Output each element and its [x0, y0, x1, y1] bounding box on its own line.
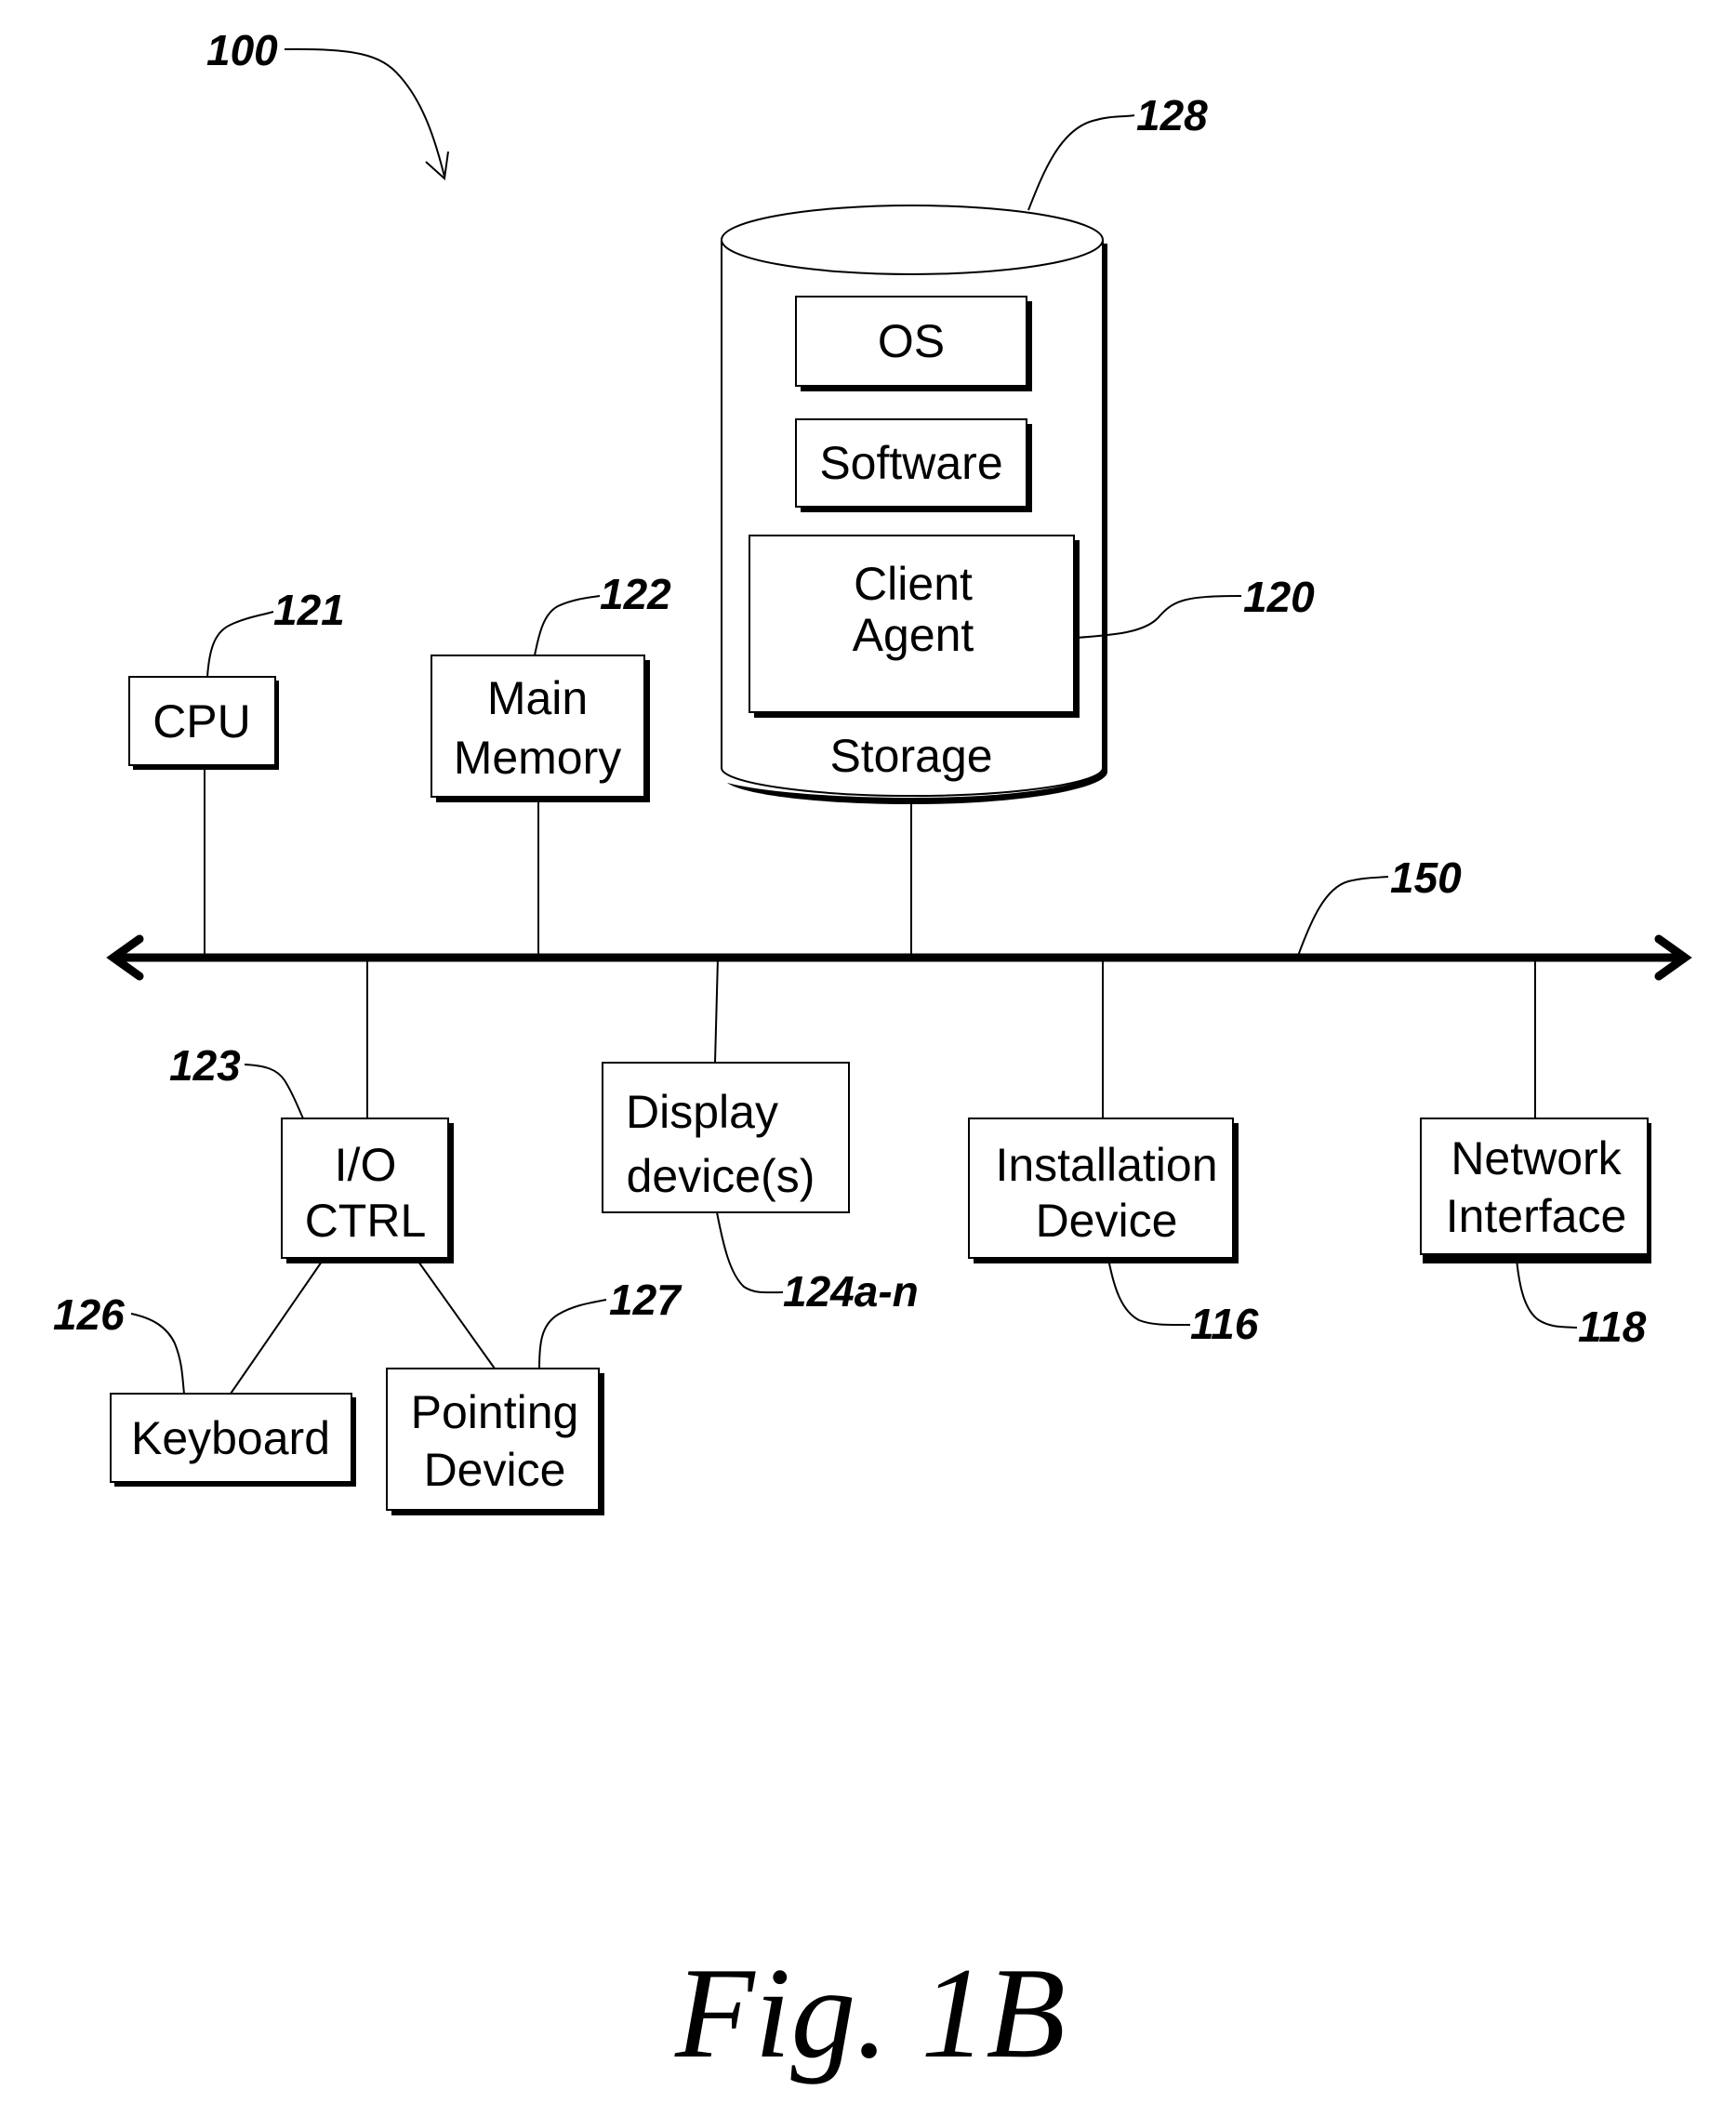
system-bus — [106, 934, 1692, 981]
cpu-reference: 121 — [273, 586, 345, 634]
main-memory-label-line2: Memory — [454, 732, 622, 784]
main-memory-reference-leader — [534, 595, 601, 656]
installation-device-box: Installation Device — [968, 1118, 1239, 1263]
pointing-device-label-line2: Device — [424, 1444, 566, 1496]
installation-device-label-line2: Device — [1036, 1195, 1178, 1247]
display-bus-connector — [714, 957, 719, 1064]
network-interface-label-line1: Network — [1451, 1132, 1622, 1184]
io-ctrl-box: I/O CTRL — [281, 1118, 454, 1263]
io-ctrl-reference: 123 — [169, 1041, 241, 1090]
arrowhead-icon — [425, 151, 449, 181]
installation-device-label-line1: Installation — [995, 1139, 1217, 1191]
installation-reference: 116 — [1190, 1300, 1259, 1348]
keyboard-reference: 126 — [53, 1290, 125, 1339]
display-reference: 124a-n — [783, 1267, 919, 1316]
client-agent-reference: 120 — [1243, 573, 1315, 621]
display-label-line1: Display — [626, 1086, 778, 1138]
storage-reference: 128 — [1136, 91, 1208, 139]
io-ctrl-label-line1: I/O — [335, 1139, 397, 1191]
os-box: OS — [795, 296, 1032, 391]
figure-reference-number: 100 — [206, 26, 278, 74]
display-box: Display device(s) — [602, 1062, 850, 1213]
client-agent-label-line1: Client — [854, 558, 973, 610]
software-label: Software — [819, 437, 1002, 489]
main-memory-label-line1: Main — [487, 672, 588, 724]
io-ctrl-reference-leader — [244, 1064, 304, 1119]
cpu-reference-leader — [206, 611, 274, 678]
pointing-reference-leader — [538, 1299, 607, 1369]
figure-reference: 100 — [206, 26, 449, 181]
network-interface-label-line2: Interface — [1446, 1190, 1627, 1242]
main-memory-reference: 122 — [600, 570, 671, 618]
storage-label: Storage — [829, 730, 992, 782]
installation-reference-leader — [1107, 1258, 1191, 1327]
figure-reference-arrow — [284, 47, 445, 178]
pointing-device-box: Pointing Device — [386, 1368, 604, 1515]
pointing-device-label-line1: Pointing — [411, 1386, 579, 1438]
network-reference: 118 — [1578, 1303, 1647, 1351]
bus-reference-leader — [1297, 876, 1389, 957]
network-interface-box: Network Interface — [1420, 1118, 1651, 1263]
cpu-label: CPU — [152, 695, 251, 747]
computing-device-diagram: 100 Storage OS Software Client Agent 128… — [53, 26, 1692, 2085]
keyboard-reference-leader — [130, 1313, 185, 1395]
network-reference-leader — [1516, 1258, 1578, 1329]
io-keyboard-connector — [230, 1261, 323, 1395]
cylinder-top — [721, 205, 1104, 275]
storage-reference-leader — [1027, 114, 1135, 211]
display-label-line2: device(s) — [627, 1150, 815, 1202]
main-memory-box: Main Memory — [431, 655, 650, 802]
os-label: OS — [878, 315, 945, 367]
keyboard-box: Keyboard — [110, 1393, 356, 1487]
client-agent-label-line2: Agent — [853, 609, 974, 661]
io-ctrl-label-line2: CTRL — [305, 1195, 427, 1247]
figure-caption: Fig. 1B — [674, 1941, 1066, 2085]
software-box: Software — [795, 418, 1032, 512]
io-pointing-connector — [417, 1261, 496, 1369]
pointing-reference: 127 — [609, 1276, 682, 1324]
bus-reference: 150 — [1390, 853, 1462, 902]
display-reference-leader — [716, 1211, 784, 1294]
client-agent-box: Client Agent — [749, 535, 1080, 718]
keyboard-label: Keyboard — [131, 1412, 330, 1464]
cpu-box: CPU — [128, 676, 279, 770]
